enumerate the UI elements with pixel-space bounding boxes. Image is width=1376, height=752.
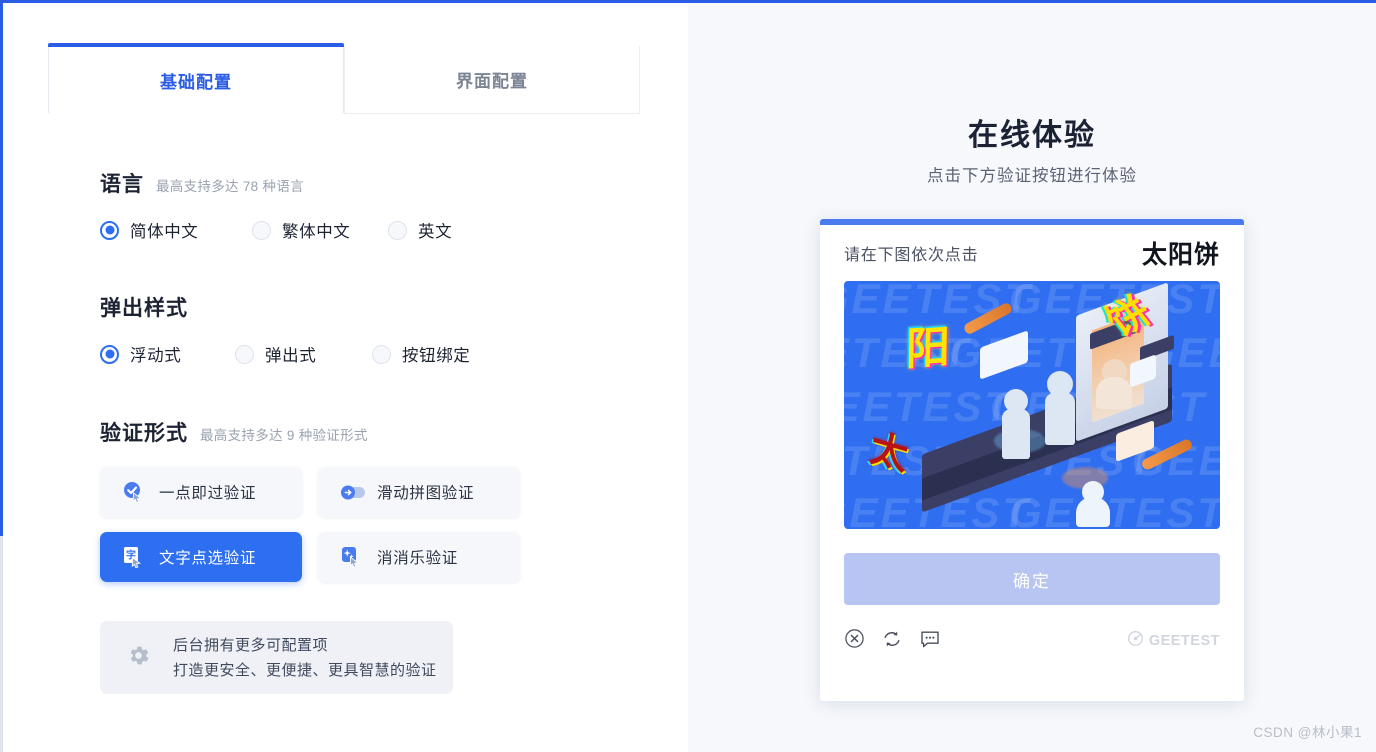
geetest-logo-icon (1127, 630, 1144, 652)
radio-label: 简体中文 (130, 223, 199, 241)
tab-basic-config-label: 基础配置 (160, 72, 232, 92)
text-click-icon: 字 (122, 546, 144, 569)
radio-language-traditional-chinese[interactable]: 繁体中文 (252, 218, 388, 242)
note-line-2: 打造更安全、更便捷、更具智慧的验证 (173, 661, 437, 679)
note-line-1: 后台拥有更多可配置项 (173, 636, 329, 654)
slider-arrow-icon (340, 481, 365, 503)
captcha-card: 请在下图依次点击 太阳饼 GEETEST GEETEST GEETEST GEE… (820, 219, 1244, 701)
tab-ui-config-label: 界面配置 (456, 72, 528, 91)
captcha-header: 请在下图依次点击 太阳饼 (820, 225, 1244, 281)
verify-option-label: 滑动拼图验证 (377, 485, 475, 502)
section-verify-form-title: 验证形式 (100, 422, 188, 445)
config-tabs: 基础配置 界面配置 (48, 43, 640, 114)
radio-language-english[interactable]: 英文 (388, 218, 452, 242)
section-verify-form: 验证形式 最高支持多达 9 种验证形式 一点即过验证 滑动拼图验证 字 文字点选… (100, 417, 520, 582)
tabs-active-gap (48, 113, 344, 114)
scene-person-body (1045, 393, 1075, 445)
watermark-text: GEETEST (1009, 489, 1220, 529)
verify-option-slide-puzzle[interactable]: 滑动拼图验证 (318, 467, 520, 517)
demo-subtitle: 点击下方验证按钮进行体验 (927, 167, 1137, 185)
radio-label: 浮动式 (130, 347, 182, 365)
language-radio-group: 简体中文 繁体中文 英文 (100, 218, 452, 242)
captcha-footer-icons (844, 628, 941, 655)
radio-indicator (252, 220, 271, 240)
frame-top-edge (0, 0, 1376, 3)
section-popup-style: 弹出样式 浮动式 弹出式 按钮绑定 (100, 292, 470, 366)
section-language: 语言 最高支持多达 78 种语言 简体中文 繁体中文 英文 (100, 168, 452, 242)
csdn-watermark: CSDN @林小果1 (1253, 725, 1362, 740)
section-language-header: 语言 最高支持多达 78 种语言 (100, 168, 452, 198)
captcha-confirm-button[interactable]: 确定 (844, 553, 1220, 605)
captcha-target-char[interactable]: 阳 (906, 321, 951, 375)
radio-label: 按钮绑定 (402, 347, 471, 365)
radio-indicator (372, 344, 391, 364)
radio-label: 繁体中文 (282, 223, 351, 241)
watermark-text: GEETEST (844, 281, 1034, 322)
watermark-text: GEETEST (844, 383, 1014, 430)
radio-indicator-selected (100, 220, 119, 240)
tab-ui-config[interactable]: 界面配置 (344, 46, 640, 114)
note-container: 后台拥有更多可配置项 打造更安全、更便捷、更具智慧的验证 (100, 621, 453, 694)
scene-person-body (1096, 377, 1132, 409)
config-panel: 基础配置 界面配置 语言 最高支持多达 78 种语言 简体中文 繁体中文 英文 … (0, 0, 688, 752)
radio-label: 英文 (418, 223, 453, 241)
section-popup-style-title: 弹出样式 (100, 297, 188, 320)
verify-form-options: 一点即过验证 滑动拼图验证 字 文字点选验证 消消乐验证 (100, 467, 520, 582)
check-circle-cursor-icon (122, 481, 144, 504)
demo-panel: 在线体验 点击下方验证按钮进行体验 请在下图依次点击 太阳饼 GEETEST G… (688, 0, 1376, 752)
backend-note-box: 后台拥有更多可配置项 打造更安全、更便捷、更具智慧的验证 (100, 621, 453, 694)
close-icon[interactable] (844, 628, 865, 654)
verify-option-label: 消消乐验证 (377, 550, 459, 567)
scene-person-body (1002, 409, 1030, 459)
section-language-subtitle: 最高支持多达 78 种语言 (156, 179, 304, 194)
note-text-block: 后台拥有更多可配置项 打造更安全、更便捷、更具智慧的验证 (173, 633, 437, 683)
gear-icon (126, 643, 151, 673)
captcha-target-word: 太阳饼 (1141, 241, 1220, 269)
radio-language-simplified-chinese[interactable]: 简体中文 (100, 218, 252, 242)
verify-option-one-click[interactable]: 一点即过验证 (100, 467, 302, 517)
frame-left-edge (0, 536, 3, 752)
frame-left-edge-accent (0, 0, 3, 536)
section-verify-form-subtitle: 最高支持多达 9 种验证形式 (200, 428, 368, 443)
captcha-footer: GEETEST (844, 623, 1220, 659)
scene-person-body (1076, 497, 1110, 527)
verify-option-label: 一点即过验证 (159, 485, 257, 502)
verify-option-label: 文字点选验证 (159, 550, 257, 567)
captcha-image[interactable]: GEETEST GEETEST GEETEST GEETEST GEETEST … (844, 281, 1220, 529)
radio-popup-modal[interactable]: 弹出式 (235, 342, 372, 366)
verify-option-text-click[interactable]: 字 文字点选验证 (100, 532, 302, 582)
verify-option-match-game[interactable]: 消消乐验证 (318, 532, 520, 582)
radio-indicator (388, 220, 407, 240)
feedback-icon[interactable] (919, 628, 941, 654)
captcha-target-char[interactable]: 太 (867, 425, 911, 479)
app-root: 基础配置 界面配置 语言 最高支持多达 78 种语言 简体中文 繁体中文 英文 … (0, 0, 1376, 752)
radio-indicator (235, 344, 254, 364)
captcha-confirm-label: 确定 (1013, 571, 1051, 591)
geetest-brand-text: GEETEST (1148, 633, 1220, 649)
radio-indicator-selected (100, 344, 119, 364)
section-verify-form-header: 验证形式 最高支持多达 9 种验证形式 (100, 417, 520, 447)
tab-basic-config[interactable]: 基础配置 (48, 43, 344, 114)
sparkle-click-icon (340, 546, 362, 568)
radio-label: 弹出式 (265, 347, 317, 365)
section-language-title: 语言 (100, 173, 144, 196)
section-popup-style-header: 弹出样式 (100, 292, 470, 322)
demo-title: 在线体验 (968, 119, 1096, 152)
radio-popup-floating[interactable]: 浮动式 (100, 342, 235, 366)
refresh-icon[interactable] (881, 628, 903, 655)
captcha-hint: 请在下图依次点击 (844, 247, 979, 264)
radio-popup-button-bound[interactable]: 按钮绑定 (372, 342, 470, 366)
popup-style-radio-group: 浮动式 弹出式 按钮绑定 (100, 342, 470, 366)
geetest-brand: GEETEST (1127, 630, 1220, 652)
